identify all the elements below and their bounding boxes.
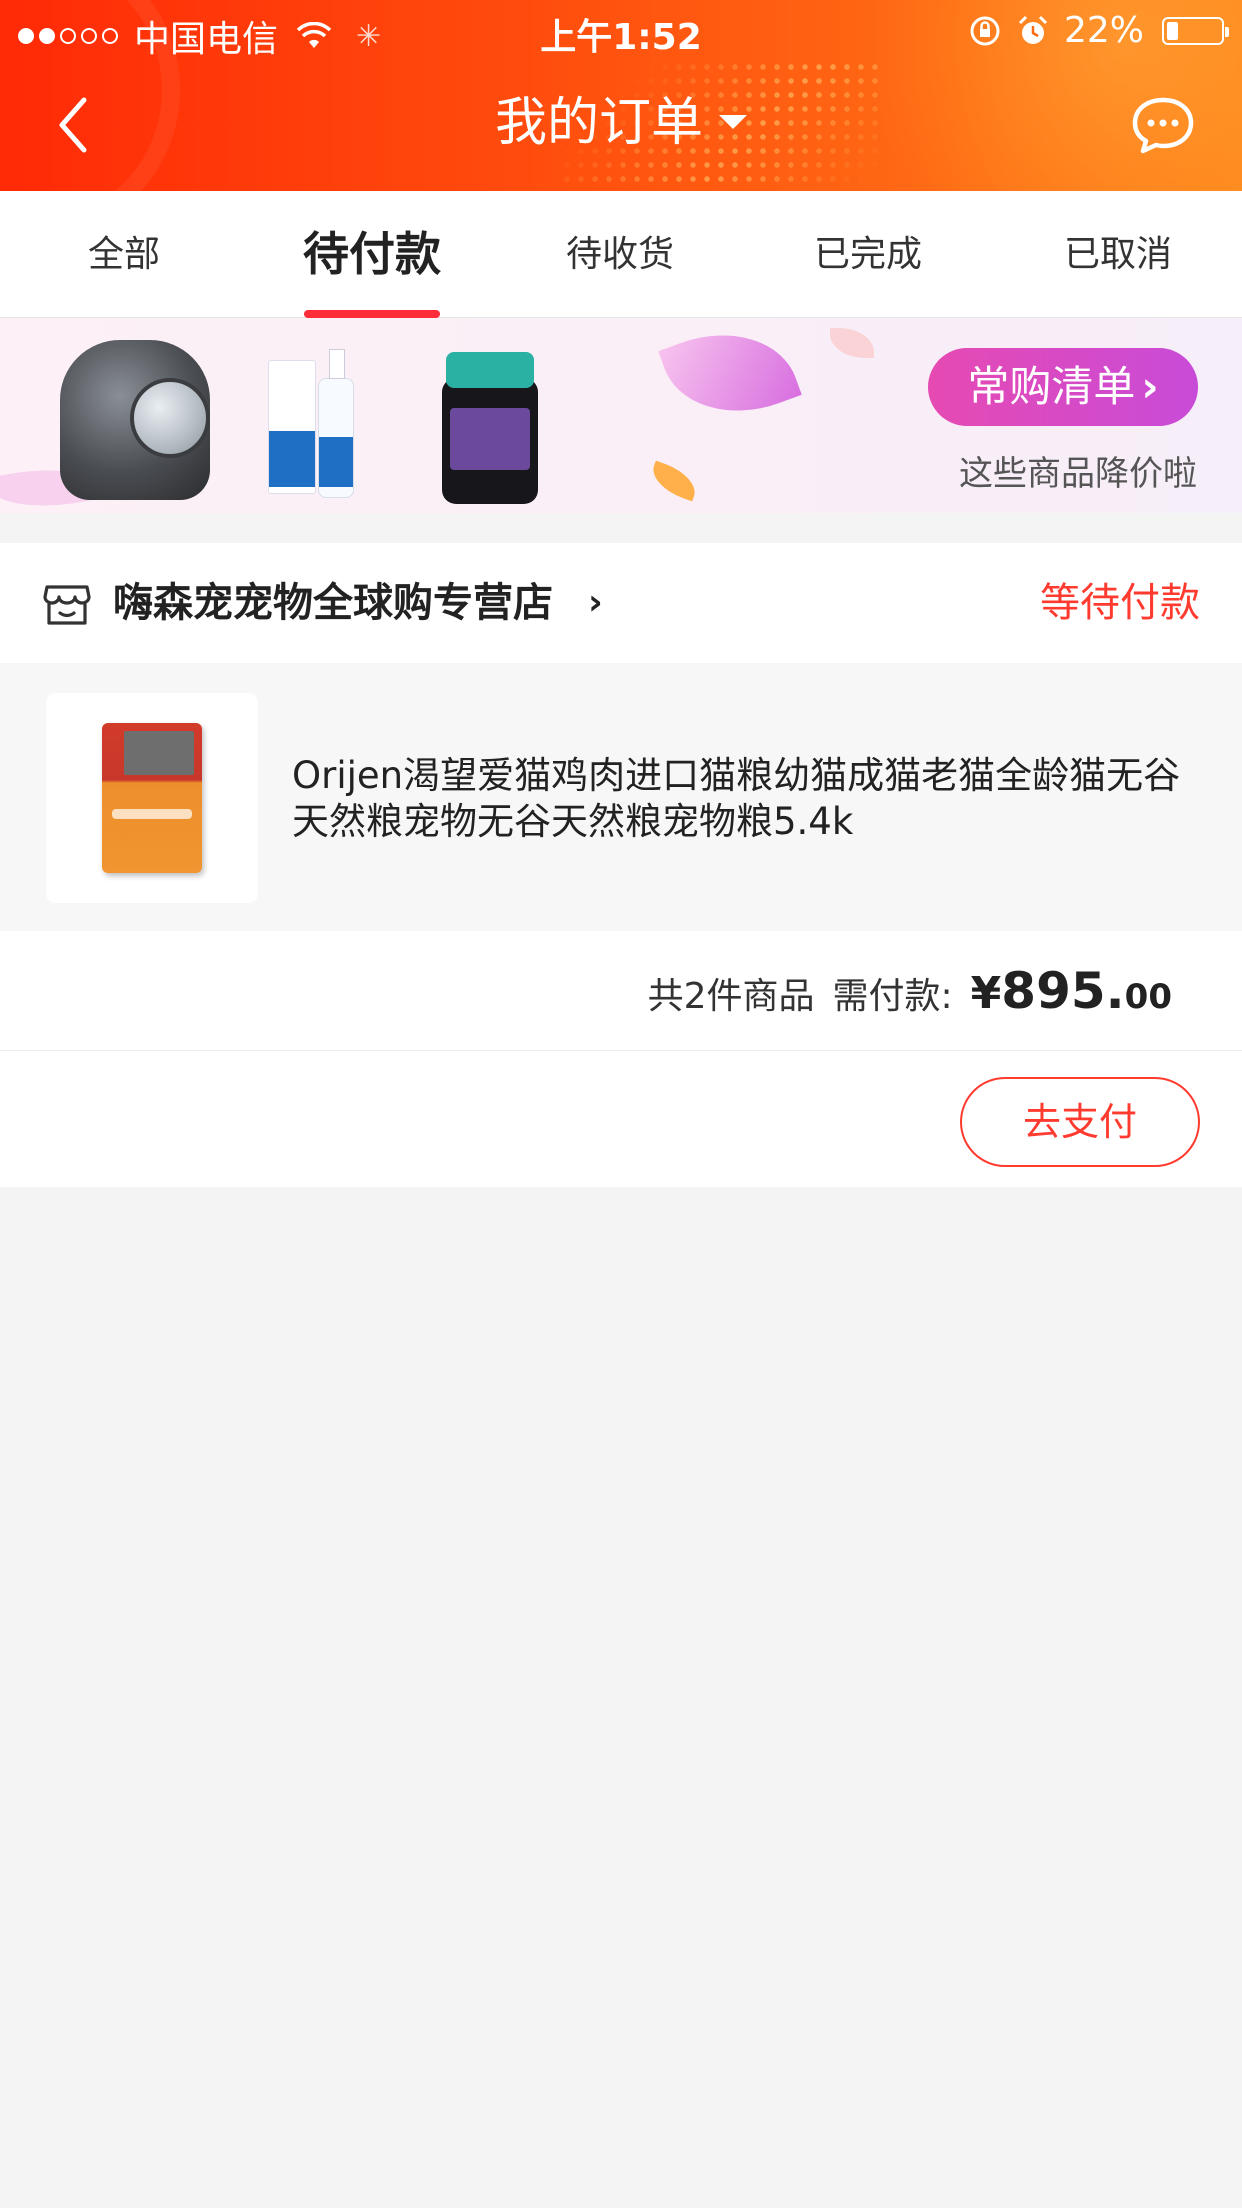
- page-title-text: 我的订单: [494, 93, 703, 153]
- tab-label: 全部: [87, 234, 160, 275]
- supplement-jar-image: [442, 352, 538, 504]
- page-title[interactable]: 我的订单: [0, 90, 1242, 156]
- battery-percent: 22%: [1063, 10, 1144, 51]
- tab-pending-payment[interactable]: 待付款: [248, 191, 496, 318]
- promo-banner[interactable]: 常购清单 › 这些商品降价啦: [0, 318, 1242, 513]
- petal-decoration: [830, 328, 874, 358]
- tab-completed[interactable]: 已完成: [744, 191, 992, 318]
- tab-cancelled[interactable]: 已取消: [994, 191, 1242, 318]
- section-gap: [0, 513, 1242, 543]
- frequent-list-label: 常购清单: [967, 362, 1136, 411]
- store-name[interactable]: 嗨森宠宠物全球购专营店: [113, 543, 553, 663]
- alarm-icon: [1018, 15, 1048, 44]
- product-title: Orijen渴望爱猫鸡肉进口猫粮幼猫成猫老猫全龄猫无谷天然粮宠物无谷天然粮宠物粮…: [292, 754, 1181, 843]
- order-item[interactable]: Orijen渴望爱猫鸡肉进口猫粮幼猫成猫老猫全龄猫无谷天然粮宠物无谷天然粮宠物粮…: [0, 663, 1242, 931]
- petal-decoration: [647, 460, 701, 502]
- petal-decoration: [658, 318, 802, 436]
- message-icon[interactable]: [1130, 94, 1196, 156]
- battery-icon: [1162, 16, 1229, 45]
- tab-label: 待收货: [565, 234, 674, 275]
- chevron-right-icon: ›: [1141, 362, 1159, 411]
- price-integer: 895.: [1001, 962, 1125, 1020]
- product-thumbnail: [46, 693, 258, 903]
- store-icon: [43, 585, 91, 625]
- tab-all[interactable]: 全部: [0, 191, 248, 318]
- rotation-lock-icon: [970, 16, 1000, 45]
- amount-due-label: 需付款:: [832, 976, 953, 1017]
- app-header: 中国电信 ✳ 上午1:52 22% 我的订单: [0, 0, 1242, 191]
- chevron-right-icon: ›: [588, 582, 603, 623]
- active-tab-indicator: [304, 310, 440, 318]
- status-bar: 中国电信 ✳ 上午1:52 22%: [0, 0, 1242, 60]
- pay-button[interactable]: 去支付: [960, 1077, 1200, 1167]
- cat-food-bag-image: [102, 723, 202, 873]
- tab-label: 已取消: [1063, 234, 1172, 275]
- caret-down-icon: [719, 115, 747, 129]
- nav-bar: 我的订单: [0, 60, 1242, 191]
- order-actions: 去支付: [0, 1051, 1242, 1187]
- tab-label: 已完成: [813, 234, 922, 275]
- frequent-list-button[interactable]: 常购清单 ›: [928, 348, 1198, 426]
- tab-pending-delivery[interactable]: 待收货: [496, 191, 744, 318]
- banner-subtitle: 这些商品降价啦: [959, 454, 1197, 494]
- price-currency: ¥: [970, 968, 1002, 1019]
- order-tabs: 全部 待付款 待收货 已完成 已取消: [0, 191, 1242, 318]
- price-decimal: 00: [1124, 977, 1172, 1017]
- order-status: 等待付款: [1040, 580, 1200, 626]
- tab-label: 待付款: [303, 227, 441, 281]
- item-count: 共2件商品: [647, 976, 815, 1017]
- order-total: 共2件商品 需付款: ¥ 895. 00: [0, 931, 1242, 1051]
- store-header[interactable]: 嗨森宠宠物全球购专营店 › 等待付款: [0, 543, 1242, 663]
